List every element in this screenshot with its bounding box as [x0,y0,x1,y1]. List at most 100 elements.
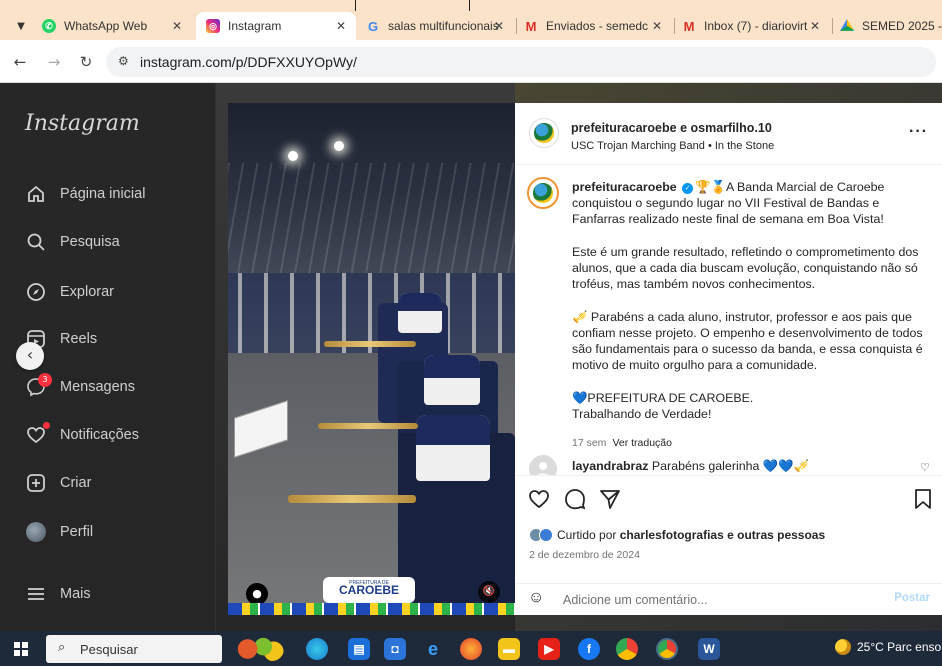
liked-by[interactable]: Curtido por charlesfotografias e outras … [529,528,825,542]
user-tag-icon[interactable]: ● [246,583,268,605]
instagram-page: Instagram Página inicial Pesquisa Explor… [0,83,942,631]
like-comment-icon[interactable]: ♡ [920,461,930,474]
chrome-profile-icon[interactable] [656,638,678,660]
tab-gmail-enviados[interactable]: M Enviados - semedcar ✕ [524,12,672,40]
post-video[interactable]: ● PREFEITURA DE CAROEBE 🔇 [228,103,515,615]
share-icon[interactable] [599,488,621,516]
edge-icon[interactable] [306,638,328,660]
reload-icon[interactable]: ↻ [76,52,96,72]
post-panel: prefeituracaroebe e osmarfilho.10 USC Tr… [515,103,942,615]
sidebar-item-create[interactable]: Criar [25,470,91,496]
stadium-light [334,141,344,151]
post-actions: Curtido por charlesfotografias e outras … [515,475,942,583]
instagram-logo[interactable]: Instagram [25,111,140,136]
caption-avatar[interactable] [527,177,559,209]
facebook-icon[interactable]: f [578,638,600,660]
task-view-icon[interactable]: ◘ [384,638,406,660]
instagram-icon: ◎ [206,19,220,33]
sidebar-item-explore[interactable]: Explorar [25,279,114,305]
forward-arrow-icon[interactable]: → [44,52,64,72]
gmail-icon: M [525,18,537,34]
tab-separator [832,18,833,34]
firefox-icon[interactable] [460,638,482,660]
chrome-icon[interactable] [616,638,638,660]
close-tab-icon[interactable]: ✕ [494,19,504,33]
close-tab-icon[interactable]: ✕ [652,19,662,33]
tab-whatsapp[interactable]: ✆ WhatsApp Web ✕ [42,12,192,40]
weather-widget[interactable]: 25°C Parc enso [835,639,941,655]
sidebar-item-search[interactable]: Pesquisa [25,229,120,255]
tab-google-drive[interactable]: SEMED 2025 - Go [840,12,942,40]
emoji-icon[interactable]: ☺ [528,589,544,607]
close-tab-icon[interactable]: ✕ [172,19,182,33]
site-info-icon[interactable]: ⚙ [118,54,129,68]
tab-gmail-inbox[interactable]: M Inbox (7) - diariovirtu ✕ [682,12,830,40]
commenter-avatar[interactable] [529,455,557,475]
tab-separator [516,18,517,34]
trumpet [288,495,416,503]
add-comment-bar: ☺ Postar [515,583,942,615]
youtube-icon[interactable]: ▶ [538,638,560,660]
weather-icon [835,639,851,655]
close-tab-icon[interactable]: ✕ [810,19,820,33]
widgets-icon[interactable]: ▤ [348,638,370,660]
stadium-roof [228,163,515,273]
tab-instagram[interactable]: ◎ Instagram ✕ [196,12,356,40]
taskbar-search[interactable]: ⌕ Pesquisar [46,635,222,663]
whatsapp-icon: ✆ [42,19,56,33]
band-hat [398,293,442,333]
file-explorer-icon[interactable]: ▬ [498,638,520,660]
search-highlight-image[interactable] [232,637,284,661]
post-caption: prefeituracaroebe ✓ 🏆🏅A Banda Marcial de … [572,180,923,421]
author-avatar[interactable] [529,118,559,148]
tab-google-search[interactable]: G salas multifuncionais ✕ [366,12,514,40]
caption-text: A Banda Marcial de Caroebe conquistou o … [572,180,923,421]
band-hat [416,415,490,481]
comment-input[interactable] [563,589,883,611]
previous-post-button[interactable]: ‹ [16,342,44,370]
decorative-ribbon [228,603,515,615]
comment-user[interactable]: layandrabraz [572,459,648,473]
more-options-icon[interactable]: ··· [909,123,928,141]
band-hat [424,355,480,405]
word-icon[interactable]: W [698,638,720,660]
sidebar-item-more[interactable]: Mais [25,581,91,607]
browser-tab-strip: ▼ ✆ WhatsApp Web ✕ ◎ Instagram ✕ G salas… [0,0,942,40]
menu-icon [25,583,47,605]
trumpet [318,423,418,429]
windows-taskbar: ⌕ Pesquisar ▤ ◘ e ▬ ▶ f W 25°C Parc enso [0,631,942,666]
compass-icon [25,281,47,303]
post-date: 2 de dezembro de 2024 [529,549,640,561]
comment-icon[interactable] [564,488,586,516]
address-bar: ← → ↻ ⚙ instagram.com/p/DDFXXUYOpWy/ [0,40,942,83]
translate-link[interactable]: Ver tradução [612,437,672,449]
plus-square-icon [25,472,47,494]
mute-icon[interactable]: 🔇 [478,581,500,603]
comment-text: Parabéns galerinha 💙💙🎺 [651,459,810,473]
google-drive-icon [840,19,854,31]
url-text[interactable]: instagram.com/p/DDFXXUYOpWy/ [140,54,357,70]
like-heart-icon[interactable] [528,488,550,516]
tab-search-chevron-icon[interactable]: ▼ [10,16,32,38]
close-tab-icon[interactable]: ✕ [336,19,346,33]
internet-explorer-icon[interactable]: e [422,638,444,660]
post-authors[interactable]: prefeituracaroebe e osmarfilho.10 [571,121,772,135]
comments-scroll[interactable]: prefeituracaroebe ✓ 🏆🏅A Banda Marcial de … [515,165,942,475]
audio-track[interactable]: USC Trojan Marching Band • In the Stone [571,140,774,152]
back-arrow-icon[interactable]: ← [10,52,30,72]
profile-avatar [25,521,47,543]
liker-name[interactable]: charlesfotografias [620,528,724,542]
post-header: prefeituracaroebe e osmarfilho.10 USC Tr… [515,103,942,165]
post-comment-button[interactable]: Postar [894,592,930,604]
sidebar-item-home[interactable]: Página inicial [25,181,145,207]
sidebar-item-profile[interactable]: Perfil [25,519,93,545]
url-field[interactable]: ⚙ instagram.com/p/DDFXXUYOpWy/ [106,47,936,77]
caption-author[interactable]: prefeituracaroebe [572,180,677,194]
caption-meta: 17 sem Ver tradução [572,437,672,449]
google-icon: G [367,18,379,34]
other-likers[interactable]: e outras pessoas [727,528,825,542]
liker-avatar [539,528,553,542]
windows-start-icon[interactable] [14,642,28,656]
save-bookmark-icon[interactable] [913,488,933,516]
post-age: 17 sem [572,437,607,449]
